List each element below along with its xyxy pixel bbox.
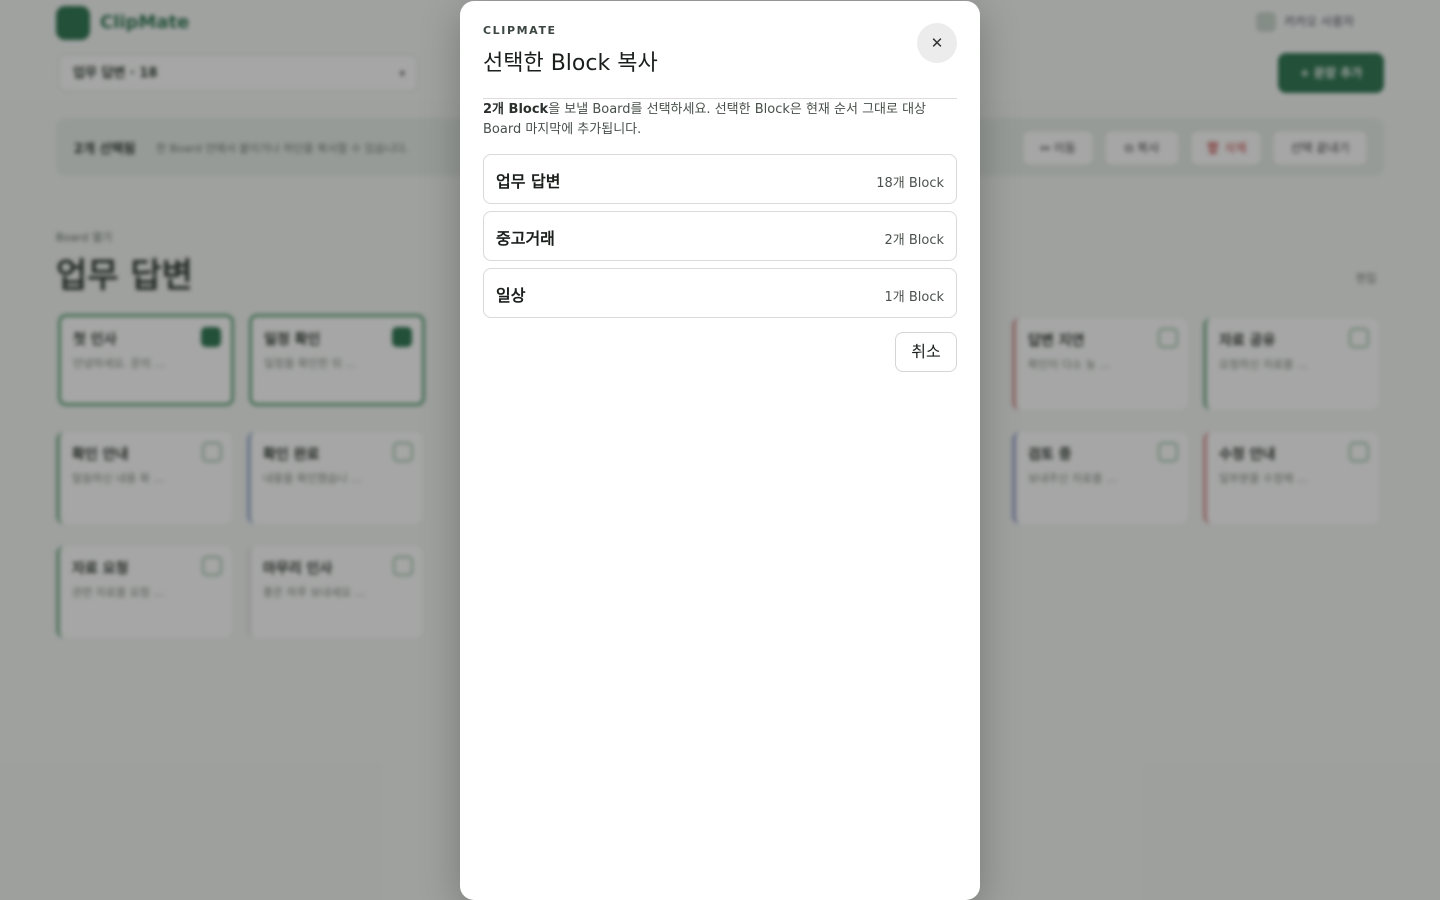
board-option-name: 업무 답변 (496, 172, 561, 191)
close-button[interactable]: ✕ (917, 23, 957, 63)
board-option-name: 중고거래 (496, 229, 555, 248)
cancel-button[interactable]: 취소 (895, 332, 957, 372)
board-option-count: 18개 Block (876, 176, 944, 191)
board-option-count: 2개 Block (884, 233, 944, 248)
dialog-title: 선택한 Block 복사 (483, 51, 658, 76)
board-option-name: 일상 (496, 286, 526, 305)
copy-blocks-dialog: CLIPMATE 선택한 Block 복사 ✕ 2개 Block을 보낼 Boa… (460, 1, 980, 900)
close-icon: ✕ (930, 34, 944, 52)
board-option-work[interactable]: 업무 답변 18개 Block (483, 154, 957, 204)
dialog-description: 2개 Block을 보낼 Board를 선택하세요. 선택한 Block은 현재… (483, 100, 957, 140)
selected-count: 2개 Block (483, 102, 549, 117)
description-text: 을 보낼 Board를 선택하세요. 선택한 Block은 현재 순서 그대로 … (483, 102, 926, 137)
board-option-daily[interactable]: 일상 1개 Block (483, 268, 957, 318)
dialog-eyebrow: CLIPMATE (483, 24, 557, 37)
board-option-secondhand[interactable]: 중고거래 2개 Block (483, 211, 957, 261)
board-option-count: 1개 Block (884, 290, 944, 305)
divider (483, 98, 957, 99)
